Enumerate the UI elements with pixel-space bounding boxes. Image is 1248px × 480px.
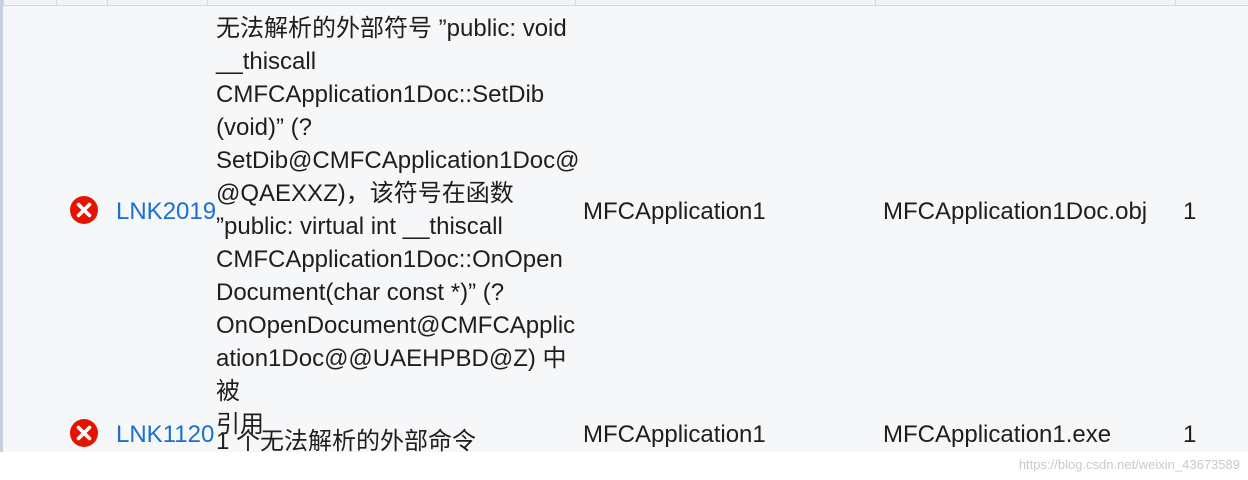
column-separator [875, 0, 876, 5]
column-separator [575, 0, 576, 5]
description-line: ”public: virtual int __thiscall [216, 213, 503, 240]
description-line: Document(char const *)” (? [216, 279, 505, 306]
table-row[interactable]: LNK2019 无法解析的外部符号 ”public: void __thisca… [3, 6, 1248, 438]
description-line: OnOpenDocument@CMFCApplic [216, 312, 576, 339]
description-line: ation1Doc@@UAEHPBD@Z) 中被 [216, 345, 567, 405]
description-line: @QAEXXZ)，该符号在函数 [216, 180, 514, 207]
column-separator [107, 0, 108, 5]
error-description[interactable]: 无法解析的外部符号 ”public: void __thiscall CMFCA… [216, 12, 580, 441]
error-circle-x-icon [70, 419, 98, 447]
table-row[interactable]: LNK1120 1 个无法解析的外部命令 MFCApplication1 MFC… [3, 406, 1248, 455]
file-name: MFCApplication1.exe [883, 421, 1112, 448]
line-number: 1 [1183, 198, 1197, 225]
error-description[interactable]: 1 个无法解析的外部命令 [216, 421, 476, 456]
description-line: CMFCApplication1Doc::OnOpen [216, 246, 563, 273]
watermark-text: https://blog.csdn.net/weixin_43673589 [1018, 457, 1240, 472]
description-line: CMFCApplication1Doc::SetDib [216, 81, 545, 108]
file-name: MFCApplication1Doc.obj [883, 198, 1148, 225]
description-line: (void)” (? [216, 114, 313, 141]
line-number: 1 [1183, 421, 1197, 448]
error-code-link[interactable]: LNK1120 [116, 421, 216, 449]
description-line: 无法解析的外部符号 ”public: void [216, 15, 567, 42]
column-separator [3, 0, 4, 5]
error-code-link[interactable]: LNK2019 [116, 198, 216, 226]
error-circle-x-icon [70, 196, 98, 224]
column-separator [1175, 0, 1176, 5]
description-line: SetDib@CMFCApplication1Doc@ [216, 147, 580, 174]
error-table: LNK2019 无法解析的外部符号 ”public: void __thisca… [3, 6, 1248, 455]
error-list-panel: LNK2019 无法解析的外部符号 ”public: void __thisca… [0, 0, 1248, 480]
description-line: __thiscall [216, 48, 317, 75]
project-name: MFCApplication1 [583, 421, 766, 448]
column-separator [207, 0, 208, 5]
project-name: MFCApplication1 [583, 198, 766, 225]
column-separator [56, 0, 57, 5]
